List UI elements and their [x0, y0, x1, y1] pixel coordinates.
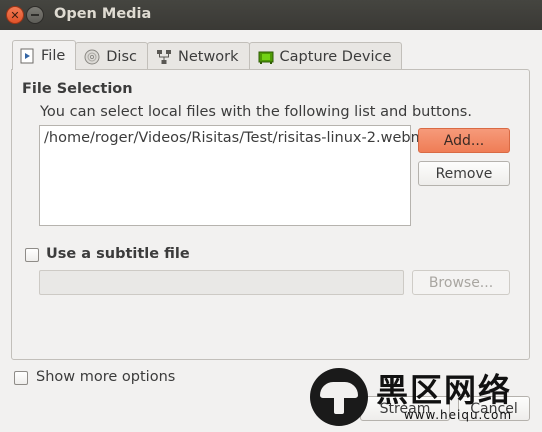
tab-capture-device[interactable]: Capture Device [248, 42, 403, 70]
subtitle-file-field [39, 270, 404, 295]
remove-file-button[interactable]: Remove [418, 161, 510, 186]
list-item[interactable]: /home/roger/Videos/Risitas/Test/risitas-… [44, 130, 425, 146]
tab-file-label: File [41, 47, 66, 64]
play-file-icon [19, 48, 35, 64]
title-bar: ✕ Open Media [0, 0, 542, 30]
tab-file[interactable]: File [12, 40, 77, 70]
browse-subtitle-button: Browse... [412, 270, 510, 295]
file-list[interactable]: /home/roger/Videos/Risitas/Test/risitas-… [39, 125, 425, 226]
mushroom-logo-icon [310, 368, 368, 426]
watermark: 黑区网络 www.heiqu.com [308, 362, 542, 432]
tab-bar: File Disc Network Capture Device [12, 40, 403, 70]
subtitle-checkbox[interactable] [25, 248, 39, 262]
minimize-icon [31, 14, 39, 16]
close-window-button[interactable]: ✕ [6, 6, 24, 24]
tab-network[interactable]: Network [147, 42, 250, 70]
capture-card-icon [258, 49, 274, 65]
show-more-options-label[interactable]: Show more options [36, 369, 175, 385]
close-icon: ✕ [10, 8, 20, 22]
tab-disc-label: Disc [106, 48, 137, 65]
watermark-logo-text: 黑区网络 [376, 371, 513, 409]
show-more-options-checkbox[interactable] [14, 371, 28, 385]
add-file-button[interactable]: Add... [418, 128, 510, 153]
disc-icon [84, 49, 100, 65]
tab-capture-device-label: Capture Device [279, 48, 392, 65]
window-title: Open Media [54, 6, 152, 22]
tab-disc[interactable]: Disc [75, 42, 148, 70]
open-media-dialog: ✕ Open Media File Disc Network Capture D… [0, 0, 542, 432]
tab-network-label: Network [178, 48, 239, 65]
watermark-url: www.heiqu.com [403, 408, 513, 422]
network-icon [156, 49, 172, 65]
minimize-window-button[interactable] [26, 6, 44, 24]
watermark-text: 黑区网络 www.heiqu.com [376, 372, 512, 422]
file-selection-heading: File Selection [22, 81, 133, 97]
file-selection-description: You can select local files with the foll… [40, 104, 472, 120]
subtitle-checkbox-label[interactable]: Use a subtitle file [46, 246, 190, 262]
